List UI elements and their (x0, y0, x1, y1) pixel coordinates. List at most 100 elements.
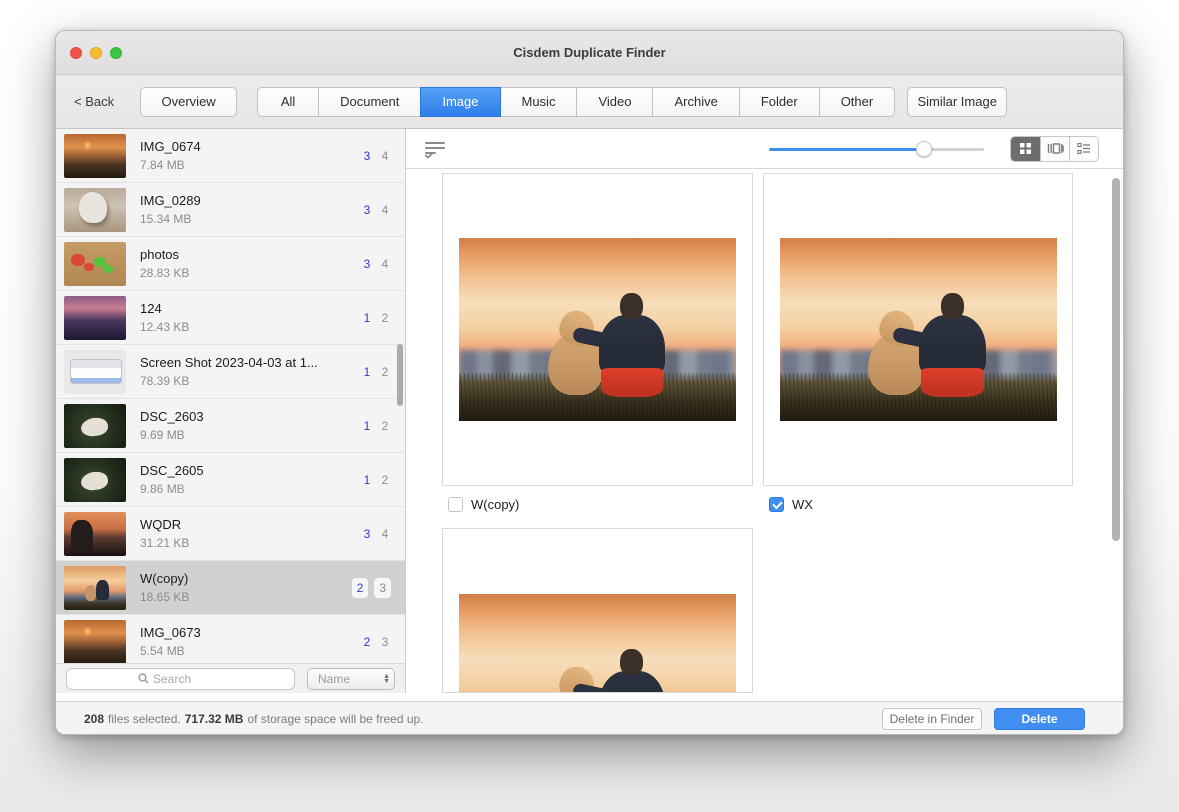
list-item-selected[interactable]: W(copy) 18.65 KB 2 3 (56, 561, 405, 615)
file-thumbnail (64, 242, 126, 286)
duplicate-photo (780, 238, 1057, 421)
tab-image[interactable]: Image (420, 87, 500, 117)
duplicate-photo (459, 238, 736, 421)
total-count: 2 (379, 365, 391, 379)
search-input[interactable] (153, 672, 223, 686)
file-name: 124 (140, 301, 361, 316)
main-toolbar (406, 129, 1123, 169)
overview-button[interactable]: Overview (140, 87, 237, 117)
file-size: 9.86 MB (140, 482, 361, 496)
file-thumbnail (64, 296, 126, 340)
file-size: 5.54 MB (140, 644, 361, 658)
file-size: 12.43 KB (140, 320, 361, 334)
status-bar: 208files selected.717.32 MBof storage sp… (56, 701, 1123, 735)
main-panel: W(copy) (406, 129, 1123, 693)
preview-view-icon (1047, 142, 1064, 155)
search-field[interactable] (66, 668, 295, 690)
footer-gap (56, 693, 1123, 701)
similar-image-button[interactable]: Similar Image (907, 87, 1007, 117)
delete-in-finder-button[interactable]: Delete in Finder (882, 708, 982, 730)
file-name: IMG_0289 (140, 193, 361, 208)
total-count: 3 (379, 635, 391, 649)
selected-count: 1 (361, 365, 373, 379)
sort-by-select[interactable]: Name ▲▼ (307, 668, 395, 690)
tab-folder[interactable]: Folder (739, 87, 820, 117)
file-name: W(copy) (140, 571, 352, 586)
list-view-button[interactable] (1069, 137, 1098, 161)
main-scrollbar[interactable] (1112, 178, 1120, 541)
window-title: Cisdem Duplicate Finder (513, 45, 665, 60)
file-thumbnail (64, 620, 126, 664)
duplicate-cell (442, 528, 753, 693)
tab-document[interactable]: Document (318, 87, 421, 117)
selected-count: 3 (361, 527, 373, 541)
file-name: DSC_2605 (140, 463, 361, 478)
files-selected-text: files selected. (108, 712, 181, 726)
duplicate-card[interactable] (442, 173, 753, 486)
file-thumbnail (64, 188, 126, 232)
tab-video[interactable]: Video (576, 87, 653, 117)
duplicate-photo (459, 594, 736, 693)
file-thumbnail (64, 458, 126, 502)
zoom-button[interactable] (110, 47, 122, 59)
duplicate-card[interactable] (763, 173, 1073, 486)
files-selected-count: 208 (84, 712, 104, 726)
toolbar: < Back Overview All Document Image Music… (56, 75, 1123, 129)
view-mode-segmented-control (1010, 136, 1099, 162)
grid-view-button[interactable] (1011, 137, 1040, 161)
slider-fill (769, 148, 924, 151)
minimize-button[interactable] (90, 47, 102, 59)
sidebar-search-row: Name ▲▼ (56, 663, 405, 693)
tab-all[interactable]: All (257, 87, 319, 117)
file-size: 78.39 KB (140, 374, 361, 388)
duplicate-cell: W(copy) (442, 173, 753, 528)
sort-by-value: Name (318, 672, 383, 686)
list-item[interactable]: IMG_0674 7.84 MB 3 4 (56, 129, 405, 183)
list-item[interactable]: IMG_0673 5.54 MB 2 3 (56, 615, 405, 663)
file-size: 28.83 KB (140, 266, 361, 280)
duplicate-cell: WX (763, 173, 1073, 528)
list-item[interactable]: Screen Shot 2023-04-03 at 1... 78.39 KB … (56, 345, 405, 399)
photo-man (598, 293, 667, 397)
list-item[interactable]: 124 12.43 KB 1 2 (56, 291, 405, 345)
file-name: IMG_0674 (140, 139, 361, 154)
preview-view-button[interactable] (1040, 137, 1069, 161)
total-count: 3 (374, 578, 391, 598)
file-thumbnail (64, 512, 126, 556)
file-type-tabs: All Document Image Music Video Archive F… (257, 87, 895, 117)
slider-track[interactable] (769, 148, 984, 151)
list-view-icon (1077, 142, 1091, 155)
list-item[interactable]: photos 28.83 KB 3 4 (56, 237, 405, 291)
photo-man (918, 293, 987, 397)
select-list-icon[interactable] (425, 141, 447, 157)
slider-knob[interactable] (916, 141, 932, 157)
close-button[interactable] (70, 47, 82, 59)
list-item[interactable]: WQDR 31.21 KB 3 4 (56, 507, 405, 561)
list-item[interactable]: DSC_2603 9.69 MB 1 2 (56, 399, 405, 453)
file-thumbnail (64, 134, 126, 178)
tab-music[interactable]: Music (500, 87, 578, 117)
total-count: 2 (379, 473, 391, 487)
back-button[interactable]: < Back (74, 94, 114, 109)
thumbnail-size-slider[interactable] (769, 141, 984, 157)
file-size: 18.65 KB (140, 590, 352, 604)
tab-other[interactable]: Other (819, 87, 896, 117)
file-thumbnail (64, 350, 126, 394)
selected-count: 1 (361, 311, 373, 325)
space-freed-value: 717.32 MB (185, 712, 244, 726)
duplicate-label: WX (792, 497, 813, 512)
duplicates-grid: W(copy) (406, 169, 1123, 693)
file-name: DSC_2603 (140, 409, 361, 424)
total-count: 2 (379, 311, 391, 325)
tab-archive[interactable]: Archive (652, 87, 739, 117)
delete-button[interactable]: Delete (994, 708, 1085, 730)
list-item[interactable]: IMG_0289 15.34 MB 3 4 (56, 183, 405, 237)
title-bar: Cisdem Duplicate Finder (56, 31, 1123, 75)
duplicate-checkbox[interactable] (448, 497, 463, 512)
traffic-lights (70, 47, 122, 59)
file-name: photos (140, 247, 361, 262)
list-item[interactable]: DSC_2605 9.86 MB 1 2 (56, 453, 405, 507)
duplicate-checkbox-checked[interactable] (769, 497, 784, 512)
duplicate-card-partial[interactable] (442, 528, 753, 693)
sidebar-scrollbar[interactable] (397, 344, 403, 406)
